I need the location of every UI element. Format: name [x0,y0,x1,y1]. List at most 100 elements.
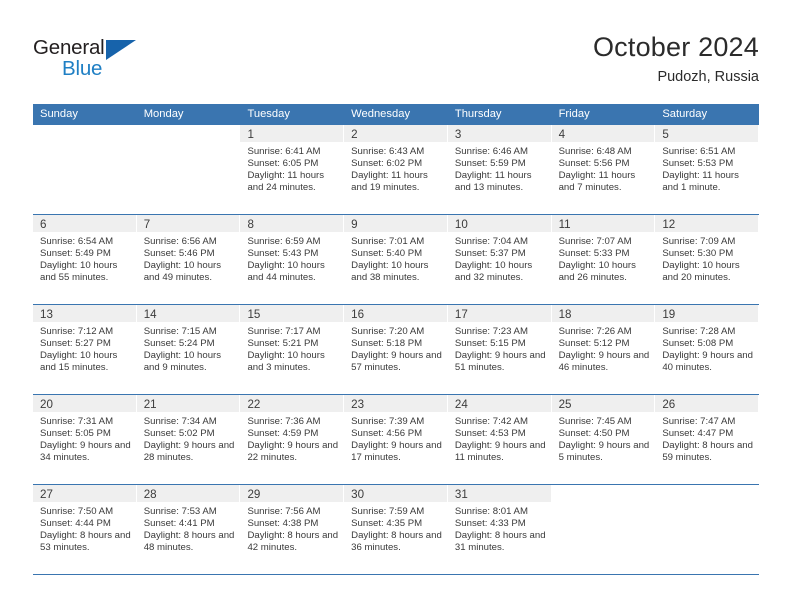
day-number: 10 [454,218,468,231]
sunset-text: Sunset: 4:35 PM [351,517,423,529]
day-cell[interactable]: 28 Sunrise: 7:53 AM Sunset: 4:41 PM Dayl… [136,485,241,574]
sunset-text: Sunset: 5:40 PM [351,247,423,259]
sunset-text: Sunset: 5:43 PM [247,247,319,259]
day-details: Sunrise: 7:26 AM Sunset: 5:12 PM Dayligh… [552,322,655,374]
day-number-band: 4 [551,125,655,142]
sunrise-text: Sunrise: 6:46 AM [454,146,528,157]
day-details: Sunrise: 7:09 AM Sunset: 5:30 PM Dayligh… [655,232,758,284]
sunrise-text: Sunrise: 7:50 AM [40,506,114,517]
daylight-text: Daylight: 8 hours and 59 minutes. [662,439,753,463]
day-cell[interactable]: 18 Sunrise: 7:26 AM Sunset: 5:12 PM Dayl… [551,305,656,394]
day-cell[interactable]: 3 Sunrise: 6:46 AM Sunset: 5:59 PM Dayli… [447,125,552,214]
calendar-week-row: 20 Sunrise: 7:31 AM Sunset: 5:05 PM Dayl… [33,395,760,485]
day-number: 8 [247,218,254,231]
day-number: 15 [247,308,261,321]
day-number-band: 12 [655,215,759,232]
day-details: Sunrise: 7:42 AM Sunset: 4:53 PM Dayligh… [448,412,551,464]
day-number-band: 14 [136,305,240,322]
day-cell[interactable]: 22 Sunrise: 7:36 AM Sunset: 4:59 PM Dayl… [240,395,345,484]
day-cell[interactable]: 10 Sunrise: 7:04 AM Sunset: 5:37 PM Dayl… [447,215,552,304]
day-cell[interactable]: 29 Sunrise: 7:56 AM Sunset: 4:38 PM Dayl… [240,485,345,574]
sunset-text: Sunset: 5:08 PM [662,337,734,349]
day-number-band: 28 [136,485,240,502]
daylight-text: Daylight: 9 hours and 22 minutes. [247,439,339,463]
day-number: 11 [558,218,571,231]
sunset-text: Sunset: 5:30 PM [662,247,734,259]
day-number: 29 [247,488,261,501]
day-cell[interactable]: 15 Sunrise: 7:17 AM Sunset: 5:21 PM Dayl… [240,305,345,394]
sunrise-text: Sunrise: 7:12 AM [40,326,114,337]
day-cell[interactable]: 21 Sunrise: 7:34 AM Sunset: 5:02 PM Dayl… [136,395,241,484]
sunrise-text: Sunrise: 7:42 AM [454,416,528,427]
day-details: Sunrise: 7:56 AM Sunset: 4:38 PM Dayligh… [240,502,343,554]
day-cell[interactable]: 19 Sunrise: 7:28 AM Sunset: 5:08 PM Dayl… [655,305,760,394]
page-subtitle: Pudozh, Russia [657,69,759,85]
sunrise-text: Sunrise: 6:51 AM [662,146,736,157]
day-cell[interactable] [136,125,241,214]
daylight-text: Daylight: 9 hours and 40 minutes. [662,349,753,373]
day-cell[interactable]: 23 Sunrise: 7:39 AM Sunset: 4:56 PM Dayl… [344,395,448,484]
day-number: 9 [351,218,358,231]
day-cell[interactable]: 26 Sunrise: 7:47 AM Sunset: 4:47 PM Dayl… [655,395,760,484]
day-cell[interactable]: 27 Sunrise: 7:50 AM Sunset: 4:44 PM Dayl… [33,485,137,574]
sunrise-text: Sunrise: 7:45 AM [558,416,632,427]
daylight-text: Daylight: 8 hours and 36 minutes. [351,529,442,553]
calendar-week-row: 6 Sunrise: 6:54 AM Sunset: 5:49 PM Dayli… [33,215,760,305]
day-details [33,142,136,146]
day-number-band: 1 [240,125,344,142]
day-cell[interactable]: 7 Sunrise: 6:56 AM Sunset: 5:46 PM Dayli… [136,215,241,304]
day-cell[interactable]: 8 Sunrise: 6:59 AM Sunset: 5:43 PM Dayli… [240,215,345,304]
day-number: 14 [143,308,157,321]
day-cell[interactable]: 5 Sunrise: 6:51 AM Sunset: 5:53 PM Dayli… [655,125,760,214]
day-cell[interactable]: 12 Sunrise: 7:09 AM Sunset: 5:30 PM Dayl… [655,215,760,304]
sunset-text: Sunset: 4:33 PM [454,517,526,529]
day-details [655,502,758,506]
day-cell[interactable]: 6 Sunrise: 6:54 AM Sunset: 5:49 PM Dayli… [33,215,137,304]
sunset-text: Sunset: 4:53 PM [454,427,526,439]
daylight-text: Daylight: 9 hours and 5 minutes. [558,439,650,463]
day-details: Sunrise: 7:23 AM Sunset: 5:15 PM Dayligh… [448,322,551,374]
day-cell[interactable] [551,485,656,574]
day-details: Sunrise: 7:28 AM Sunset: 5:08 PM Dayligh… [655,322,758,374]
day-cell[interactable]: 13 Sunrise: 7:12 AM Sunset: 5:27 PM Dayl… [33,305,137,394]
calendar-week-row: 27 Sunrise: 7:50 AM Sunset: 4:44 PM Dayl… [33,485,760,575]
day-cell[interactable]: 16 Sunrise: 7:20 AM Sunset: 5:18 PM Dayl… [344,305,448,394]
day-details: Sunrise: 6:59 AM Sunset: 5:43 PM Dayligh… [240,232,343,284]
day-cell[interactable]: 9 Sunrise: 7:01 AM Sunset: 5:40 PM Dayli… [344,215,448,304]
sunset-text: Sunset: 5:59 PM [454,157,526,169]
daylight-text: Daylight: 10 hours and 15 minutes. [40,349,118,373]
logo[interactable]: General Blue [33,36,148,86]
day-number: 13 [40,308,53,321]
day-cell[interactable] [33,125,137,214]
day-cell[interactable]: 1 Sunrise: 6:41 AM Sunset: 6:05 PM Dayli… [240,125,345,214]
day-number-band: 16 [344,305,447,322]
day-cell[interactable]: 11 Sunrise: 7:07 AM Sunset: 5:33 PM Dayl… [551,215,656,304]
weekday-wednesday: Wednesday [351,108,411,120]
day-cell[interactable]: 25 Sunrise: 7:45 AM Sunset: 4:50 PM Dayl… [551,395,656,484]
sunrise-text: Sunrise: 7:31 AM [40,416,114,427]
day-details: Sunrise: 7:01 AM Sunset: 5:40 PM Dayligh… [344,232,447,284]
day-number-band: 13 [33,305,136,322]
day-cell[interactable]: 17 Sunrise: 7:23 AM Sunset: 5:15 PM Dayl… [447,305,552,394]
sunset-text: Sunset: 5:49 PM [40,247,111,259]
day-cell[interactable]: 31 Sunrise: 8:01 AM Sunset: 4:33 PM Dayl… [447,485,552,574]
day-cell[interactable]: 24 Sunrise: 7:42 AM Sunset: 4:53 PM Dayl… [447,395,552,484]
sunset-text: Sunset: 5:21 PM [247,337,319,349]
sunrise-text: Sunrise: 7:26 AM [558,326,632,337]
sunset-text: Sunset: 5:15 PM [454,337,526,349]
day-number-band: 6 [33,215,136,232]
sunrise-text: Sunrise: 7:59 AM [351,506,425,517]
sunset-text: Sunset: 5:53 PM [662,157,734,169]
day-cell[interactable]: 14 Sunrise: 7:15 AM Sunset: 5:24 PM Dayl… [136,305,241,394]
day-cell[interactable]: 2 Sunrise: 6:43 AM Sunset: 6:02 PM Dayli… [344,125,448,214]
sunset-text: Sunset: 5:56 PM [558,157,630,169]
day-cell[interactable] [655,485,760,574]
sunset-text: Sunset: 4:38 PM [247,517,319,529]
day-cell[interactable]: 20 Sunrise: 7:31 AM Sunset: 5:05 PM Dayl… [33,395,137,484]
day-cell[interactable]: 4 Sunrise: 6:48 AM Sunset: 5:56 PM Dayli… [551,125,656,214]
day-details: Sunrise: 7:15 AM Sunset: 5:24 PM Dayligh… [137,322,240,374]
sunrise-text: Sunrise: 7:56 AM [247,506,321,517]
day-number-band: 10 [447,215,551,232]
day-number-band: 11 [551,215,655,232]
day-cell[interactable]: 30 Sunrise: 7:59 AM Sunset: 4:35 PM Dayl… [344,485,448,574]
